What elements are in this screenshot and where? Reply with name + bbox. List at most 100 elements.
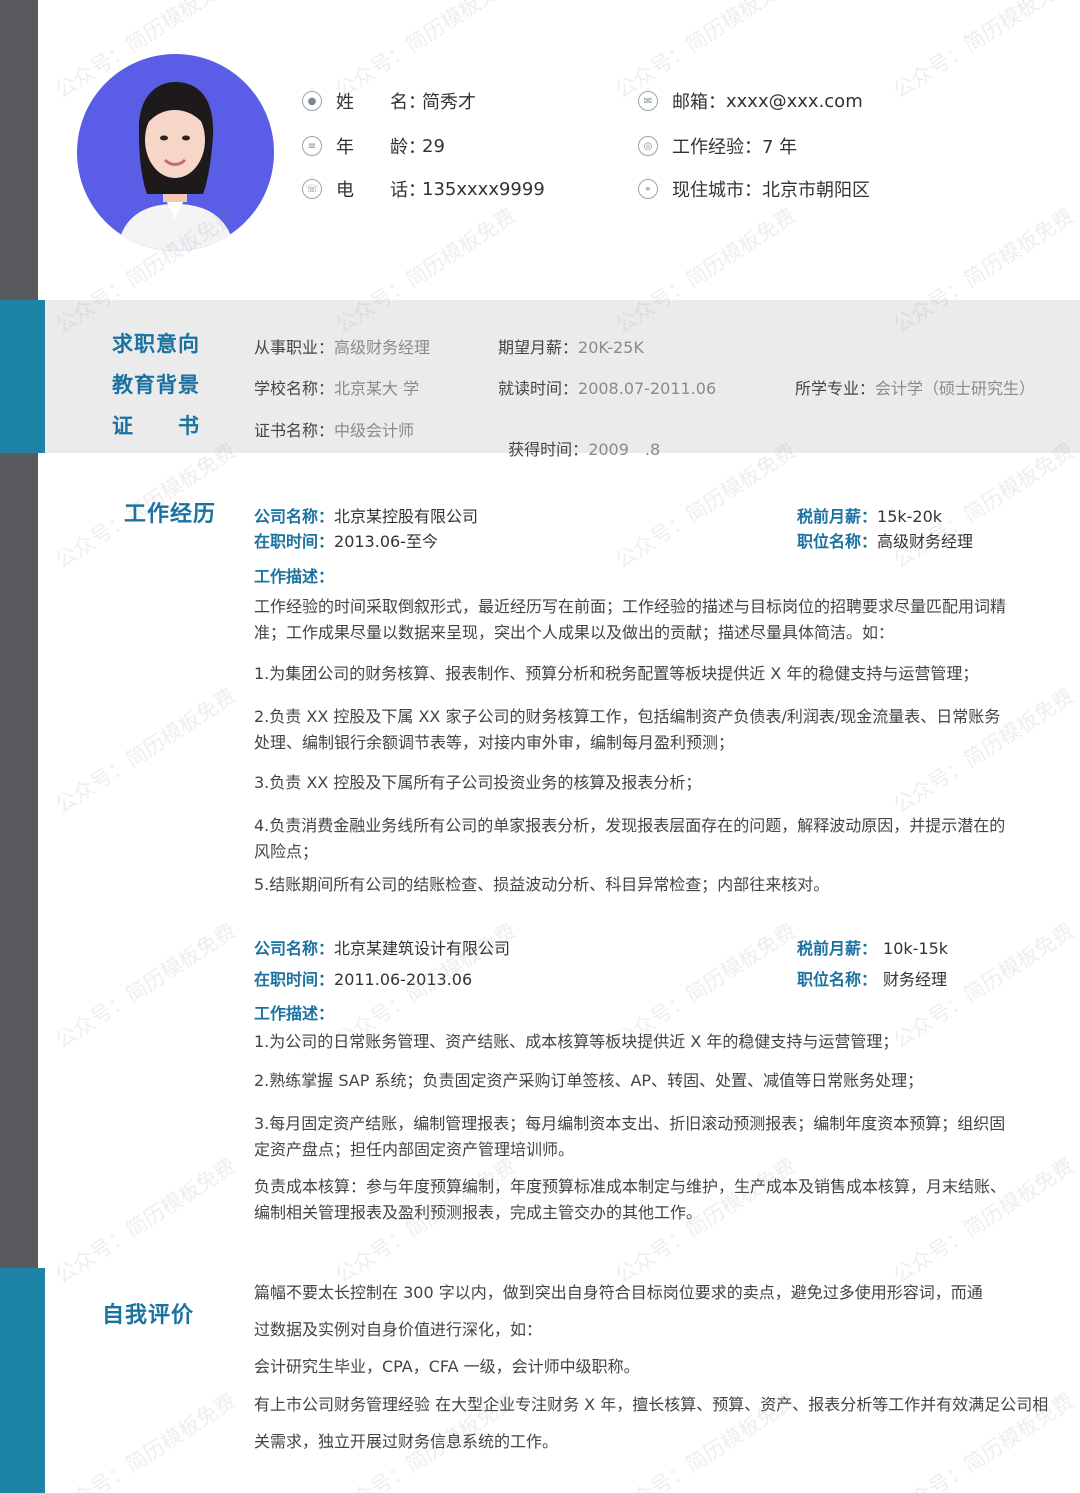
layers-icon: ≡ (302, 136, 322, 156)
job1-company-label: 公司名称： (254, 507, 335, 526)
job1-position-value: 高级财务经理 (877, 532, 974, 551)
certificate-name: 证书名称：中级会计师 (254, 417, 414, 441)
intent-salary: 期望月薪：20K-25K (498, 334, 644, 358)
user-icon: ● (302, 91, 322, 111)
job2-company: 公司名称：北京某建筑设计有限公司 (254, 935, 510, 959)
job2-period: 在职时间：2011.06-2013.06 (254, 966, 472, 990)
education-title: 教育背景 (112, 373, 200, 397)
job1-position: 职位名称：高级财务经理 (797, 528, 973, 552)
location-pin-icon: ⌖ (638, 179, 658, 199)
job2-salary: 税前月薪： 10k-15k (797, 935, 948, 959)
watermark: 公众号：简历模板免费 (50, 1388, 241, 1493)
experience-value: 7 年 (762, 137, 798, 158)
watermark: 公众号：简历模板免费 (888, 0, 1079, 104)
city-value: 北京市朝阳区 (762, 180, 870, 201)
job2-position-label: 职位名称： (797, 970, 878, 989)
job2-desc-item: 负责成本核算：参与年度预算编制，年度预算标准成本制定与维护，生产成本及销售成本核… (254, 1177, 1007, 1222)
name-row: ● 姓 名： 简秀才 (302, 86, 476, 116)
intent-title: 求职意向 (112, 332, 200, 356)
education-school-value: 北京某大 学 (334, 379, 420, 398)
job1-desc-item: 5.结账期间所有公司的结账检查、损益波动分析、科目异常检查；内部往来核对。 (254, 875, 830, 894)
certificate-name-value: 中级会计师 (334, 421, 415, 440)
experience-label: 工作经验： (672, 137, 762, 158)
job2-position-value: 财务经理 (883, 970, 948, 989)
job1-company-value: 北京某控股有限公司 (334, 507, 479, 526)
watermark: 公众号：简历模板免费 (50, 918, 241, 1054)
portrait-illustration (117, 82, 235, 251)
self-eval-title: 自我评价 (102, 1303, 195, 1328)
self-eval-line: 有上市公司财务管理经验 在大型企业专注财务 X 年，擅长核算、预算、资产、报表分… (254, 1395, 1049, 1414)
self-eval-line: 会计研究生毕业，CPA，CFA 一级，会计师中级职称。 (254, 1357, 640, 1376)
city-row: ⌖ 现住城市： 北京市朝阳区 (638, 174, 870, 204)
education-period: 就读时间：2008.07-2011.06 (498, 375, 716, 399)
job2-company-label: 公司名称： (254, 939, 335, 958)
job2-desc-item: 2.熟练掌握 SAP 系统；负责固定资产采购订单签核、AP、转固、处置、减值等日… (254, 1071, 924, 1090)
email-label: 邮箱： (672, 92, 726, 113)
age-value: 29 (422, 135, 445, 157)
certificate-date-label: 获得时间： (508, 440, 589, 459)
certificate-date-value: 2009 .8 (588, 440, 661, 459)
job1-desc-item: 工作经验的时间采取倒叙形式，最近经历写在前面；工作经验的描述与目标岗位的招聘要求… (254, 597, 1007, 642)
education-period-value: 2008.07-2011.06 (578, 379, 717, 398)
avatar-photo (77, 54, 274, 251)
job1-desc-item: 4.负责消费金融业务线所有公司的单家报表分析，发现报表层面存在的问题，解释波动原… (254, 816, 1006, 861)
job1-salary-value: 15k-20k (877, 507, 943, 526)
job1-position-label: 职位名称： (797, 532, 878, 551)
job1-period-label: 在职时间： (254, 532, 335, 551)
city-label: 现住城市： (672, 180, 762, 201)
education-period-label: 就读时间： (498, 379, 579, 398)
age-row: ≡ 年 龄： 29 (302, 131, 445, 161)
job2-desc-item: 1.为公司的日常账务管理、资产结账、成本核算等板块提供近 X 年的稳健支持与运营… (254, 1032, 899, 1051)
intent-job-label: 从事职业： (254, 338, 335, 357)
job1-period-value: 2013.06-至今 (334, 532, 438, 551)
job1-desc-label: 工作描述： (254, 567, 335, 586)
education-major-value: 会计学（硕士研究生） (875, 379, 1036, 398)
intent-job: 从事职业：高级财务经理 (254, 334, 430, 358)
intent-salary-value: 20K-25K (578, 338, 644, 357)
job1-desc-item: 1.为集团公司的财务核算、报表制作、预算分析和税务配置等板块提供近 X 年的稳健… (254, 664, 979, 683)
job2-desc-item: 3.每月固定资产结账，编制管理报表；每月编制资本支出、折旧滚动预测报表；编制年度… (254, 1114, 1006, 1159)
name-label: 姓 名： (336, 92, 426, 113)
job1-period: 在职时间：2013.06-至今 (254, 528, 438, 552)
self-eval-accent-bar (0, 1268, 45, 1493)
email-value: xxxx@xxx.com (726, 90, 863, 112)
certificate-title: 证 书 (112, 414, 200, 438)
job2-period-label: 在职时间： (254, 970, 335, 989)
education-school: 学校名称：北京某大 学 (254, 375, 419, 399)
self-eval-line: 过数据及实例对自身价值进行深化，如： (254, 1320, 543, 1339)
job1-desc-item: 3.负责 XX 控股及下属所有子公司投资业务的核算及报表分析； (254, 773, 702, 792)
job1-salary: 税前月薪：15k-20k (797, 503, 942, 527)
phone-value: 135xxxx9999 (422, 178, 545, 200)
job2-company-value: 北京某建筑设计有限公司 (334, 939, 511, 958)
job2-position: 职位名称： 财务经理 (797, 966, 947, 990)
intent-job-value: 高级财务经理 (334, 338, 431, 357)
age-label: 年 龄： (336, 137, 426, 158)
education-school-label: 学校名称： (254, 379, 335, 398)
email-row: ✉ 邮箱： xxxx@xxx.com (638, 86, 863, 116)
experience-row: ◎ 工作经验： 7 年 (638, 131, 797, 161)
badge-icon: ◎ (638, 136, 658, 156)
band-accent-bar (0, 300, 45, 453)
job2-salary-value: 10k-15k (883, 939, 949, 958)
job1-desc-item: 2.负责 XX 控股及下属 XX 家子公司的财务核算工作，包括编制资产负债表/利… (254, 707, 1001, 752)
phone-row: ☏ 电 话： 135xxxx9999 (302, 174, 545, 204)
self-eval-line: 篇幅不要太长控制在 300 字以内，做到突出自身符合目标岗位要求的卖点，避免过多… (254, 1283, 983, 1302)
certificate-name-label: 证书名称： (254, 421, 335, 440)
education-major-label: 所学专业： (795, 379, 876, 398)
job2-salary-label: 税前月薪： (797, 939, 878, 958)
watermark: 公众号：简历模板免费 (50, 683, 241, 819)
phone-label: 电 话： (336, 180, 426, 201)
phone-icon: ☏ (302, 179, 322, 199)
mail-icon: ✉ (638, 91, 658, 111)
work-title: 工作经历 (124, 502, 217, 527)
education-major: 所学专业：会计学（硕士研究生） (795, 375, 1035, 399)
job1-salary-label: 税前月薪： (797, 507, 878, 526)
intent-salary-label: 期望月薪： (498, 338, 579, 357)
job1-company: 公司名称：北京某控股有限公司 (254, 503, 478, 527)
certificate-date: 获得时间：2009 .8 (498, 417, 660, 460)
job2-period-value: 2011.06-2013.06 (334, 970, 473, 989)
job2-desc-label: 工作描述： (254, 1004, 335, 1023)
watermark: 公众号：简历模板免费 (50, 1153, 241, 1289)
self-eval-line: 关需求，独立开展过财务信息系统的工作。 (254, 1432, 559, 1451)
name-value: 简秀才 (422, 92, 476, 113)
